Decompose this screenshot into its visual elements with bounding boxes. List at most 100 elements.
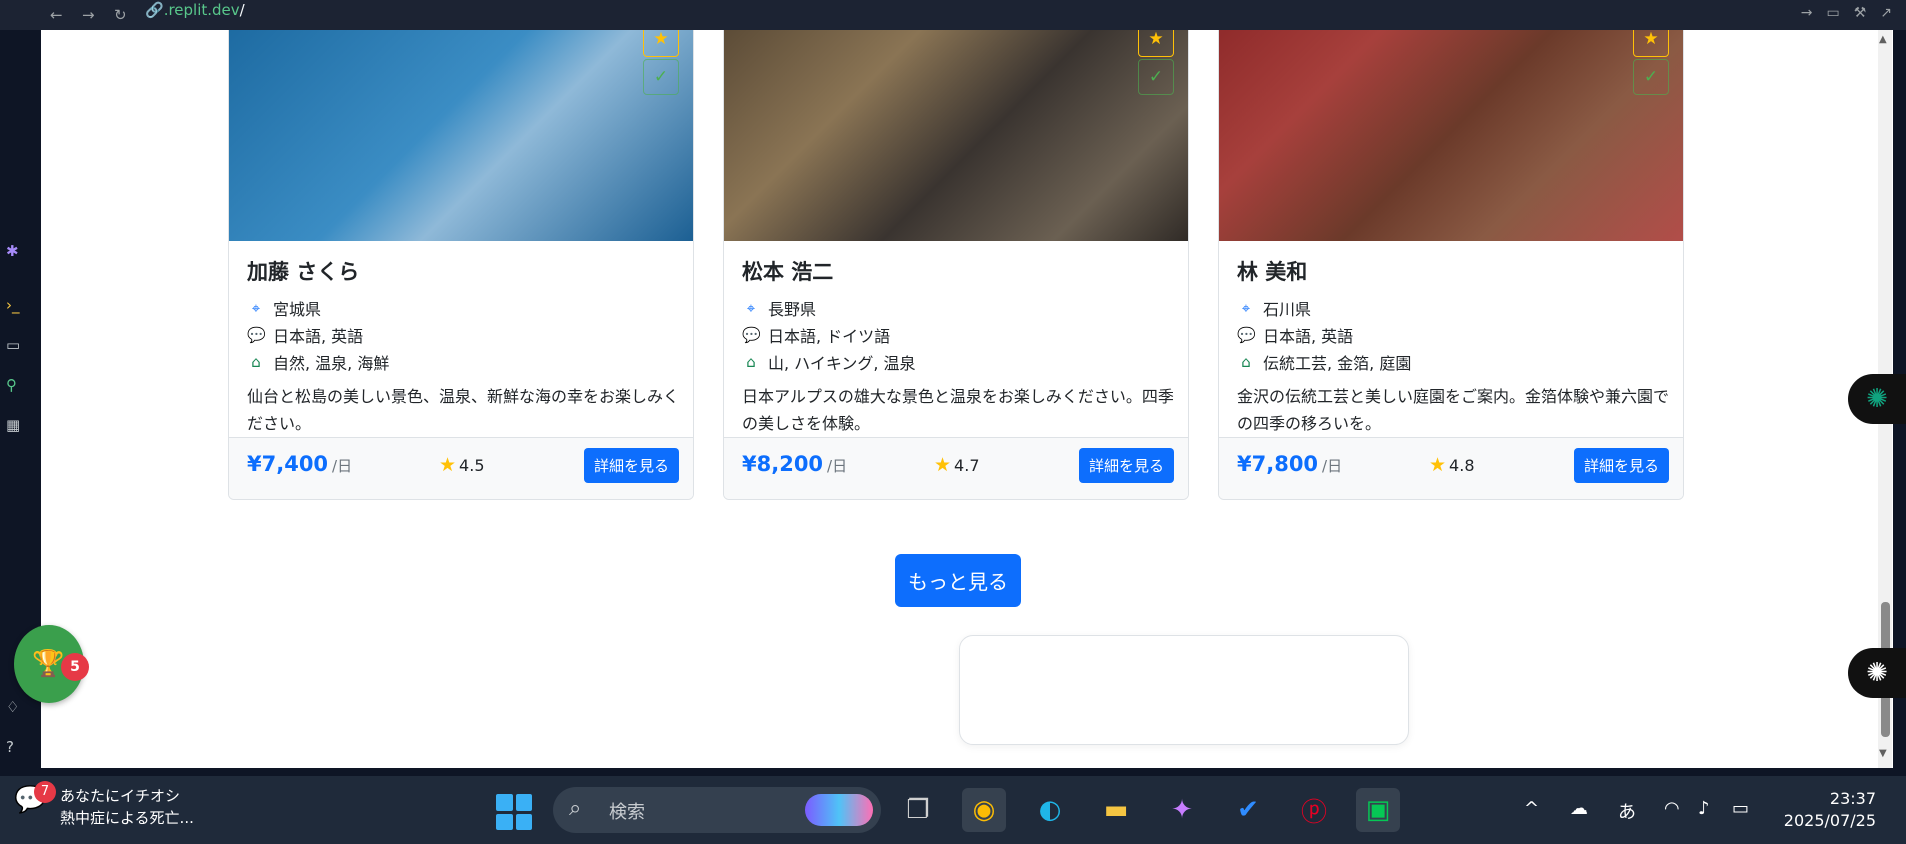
url-host: .replit.dev [163, 1, 240, 19]
taskbar-search[interactable]: ⌕ 検索 [553, 787, 881, 833]
trophy-badge: 5 [61, 653, 89, 681]
external-link-icon[interactable]: ↗ [1880, 5, 1892, 21]
languages-text: 日本語, 英語 [273, 327, 364, 346]
chevron-up-icon[interactable]: ^ [1524, 798, 1539, 819]
price-value: ¥7,800 [1237, 452, 1319, 476]
rating-value: 4.8 [1449, 456, 1475, 475]
guide-card[interactable]: ★ ✓ 松本 浩二 ⌖ 長野県 💬 日本語, ドイツ語 ⌂ 山, ハイキング, 温泉 … [723, 30, 1189, 500]
guide-price: ¥7,400/日 [247, 452, 352, 476]
chat-icon: 💬 [742, 326, 761, 344]
favorite-star-icon[interactable]: ★ [1138, 30, 1174, 57]
guide-location: ⌖ 長野県 [742, 296, 816, 320]
task-view-icon[interactable]: ❐ [896, 788, 940, 832]
m365-copilot-icon[interactable]: ✦ [1160, 788, 1204, 832]
interests-text: 自然, 温泉, 海鮮 [273, 354, 390, 373]
guide-rating: ★ 4.5 [439, 454, 485, 476]
guide-name: 松本 浩二 [742, 260, 834, 284]
back-icon[interactable]: ← [50, 6, 63, 24]
search-highlight-icon [805, 794, 873, 826]
star-icon: ★ [1429, 454, 1447, 476]
shell-icon[interactable]: ›_ [6, 296, 20, 314]
help-icon[interactable]: ? [6, 738, 14, 756]
edge-icon[interactable]: ◐ [1028, 788, 1072, 832]
search-placeholder: 検索 [609, 802, 645, 823]
guide-name: 林 美和 [1237, 260, 1308, 284]
location-pin-icon: ⌖ [251, 299, 261, 317]
location-text: 石川県 [1263, 300, 1312, 319]
verified-check-icon: ✓ [1633, 59, 1669, 95]
chrome-icon[interactable]: ◉ [962, 788, 1006, 832]
file-explorer-icon[interactable]: ▬ [1094, 788, 1138, 832]
view-details-button[interactable]: 詳細を見る [1078, 448, 1174, 483]
favorite-star-icon[interactable]: ★ [643, 30, 679, 57]
browser-toolbar: ← → ↻ 🔗.replit.dev/ → ▭ ⚒ ↗ [0, 0, 1906, 30]
preview-icon[interactable]: ▭ [6, 336, 20, 354]
verified-check-icon: ✓ [1138, 59, 1174, 95]
interests-text: 伝統工芸, 金箔, 庭園 [1263, 354, 1412, 373]
arrow-right-icon[interactable]: → [1801, 5, 1813, 21]
view-details-button[interactable]: 詳細を見る [1573, 448, 1669, 483]
guide-languages: 💬 日本語, 英語 [1237, 323, 1353, 347]
price-value: ¥7,400 [247, 452, 329, 476]
guide-card[interactable]: ★ ✓ 加藤 さくら ⌖ 宮城県 💬 日本語, 英語 ⌂ 自然, 温泉, 海鮮 仙台と… [228, 30, 694, 500]
guide-location: ⌖ 宮城県 [247, 296, 321, 320]
guide-languages: 💬 日本語, ドイツ語 [742, 323, 890, 347]
location-text: 長野県 [768, 300, 817, 319]
volume-icon[interactable]: ♪ [1698, 798, 1710, 819]
windows-start-icon[interactable] [496, 794, 532, 830]
assistant-float-icon[interactable]: ✺ [1848, 648, 1906, 698]
battery-icon[interactable]: ▭ [1732, 798, 1749, 819]
system-clock[interactable]: 23:37 2025/07/25 [1784, 788, 1876, 832]
forward-icon[interactable]: → [82, 6, 95, 24]
verified-check-icon: ✓ [643, 59, 679, 95]
apps-grid-icon[interactable]: ▦ [6, 416, 20, 434]
address-bar[interactable]: 🔗.replit.dev/ [145, 1, 245, 19]
languages-text: 日本語, ドイツ語 [768, 327, 891, 346]
pinterest-icon[interactable]: ⓟ [1292, 788, 1336, 832]
guide-interests: ⌂ 山, ハイキング, 温泉 [742, 350, 915, 374]
news-subtitle: 熱中症による死亡... [60, 809, 194, 827]
wrench-icon[interactable]: ⚒ [1854, 5, 1867, 21]
price-unit: /日 [332, 457, 353, 475]
chatgpt-float-icon[interactable]: ✺ [1848, 374, 1906, 424]
todo-icon[interactable]: ✔ [1226, 788, 1270, 832]
replit-agent-icon[interactable]: ✱ [6, 242, 19, 260]
favorite-star-icon[interactable]: ★ [1633, 30, 1669, 57]
chat-icon: 💬 [247, 326, 266, 344]
location-pin-icon: ⌖ [746, 299, 756, 317]
price-value: ¥8,200 [742, 452, 824, 476]
view-details-button[interactable]: 詳細を見る [583, 448, 679, 483]
guide-photo: ★ ✓ [229, 30, 693, 241]
bell-icon[interactable]: ♢ [6, 698, 19, 716]
web-page: ★ ✓ 加藤 さくら ⌖ 宮城県 💬 日本語, 英語 ⌂ 自然, 温泉, 海鮮 仙台と… [41, 30, 1893, 768]
guide-price: ¥8,200/日 [742, 452, 847, 476]
reload-icon[interactable]: ↻ [114, 6, 127, 24]
price-unit: /日 [827, 457, 848, 475]
guide-card[interactable]: ★ ✓ 林 美和 ⌖ 石川県 💬 日本語, 英語 ⌂ 伝統工芸, 金箔, 庭園 金沢の… [1218, 30, 1684, 500]
taskbar: 💬 7 あなたにイチオシ 熱中症による死亡... ⌕ 検索 ❐ ◉ ◐ ▬ ✦ ✔… [0, 776, 1906, 844]
star-icon: ★ [934, 454, 952, 476]
monitor-icon[interactable]: ▭ [1826, 5, 1839, 21]
card-footer: ¥8,200/日 ★ 4.7 詳細を見る [724, 437, 1188, 499]
tag-icon: ⌂ [251, 353, 261, 371]
guide-location: ⌖ 石川県 [1237, 296, 1311, 320]
guide-photo: ★ ✓ [724, 30, 1188, 241]
guide-photo: ★ ✓ [1219, 30, 1683, 241]
guide-description: 仙台と松島の美しい景色、温泉、新鮮な海の幸をお楽しみください。 [247, 387, 680, 433]
ime-indicator[interactable]: あ [1618, 798, 1636, 824]
scroll-down-icon[interactable]: ▼ [1879, 748, 1887, 759]
onedrive-icon[interactable]: ☁ [1570, 798, 1588, 819]
line-icon[interactable]: ▣ [1356, 788, 1400, 832]
news-title: あなたにイチオシ [60, 787, 181, 805]
news-widget[interactable]: 💬 7 あなたにイチオシ 熱中症による死亡... [14, 781, 194, 829]
guide-rating: ★ 4.7 [934, 454, 980, 476]
card-footer: ¥7,400/日 ★ 4.5 詳細を見る [229, 437, 693, 499]
clock-date: 2025/07/25 [1783, 811, 1876, 830]
trophy-icon: 🏆 [32, 649, 65, 679]
deploy-icon[interactable]: ⚲ [6, 376, 17, 394]
scroll-up-icon[interactable]: ▲ [1879, 34, 1887, 45]
load-more-button[interactable]: もっと見る [895, 554, 1021, 607]
wifi-icon[interactable]: ◠ [1664, 798, 1680, 819]
guide-name: 加藤 さくら [247, 260, 360, 284]
search-icon: ⌕ [569, 796, 582, 821]
